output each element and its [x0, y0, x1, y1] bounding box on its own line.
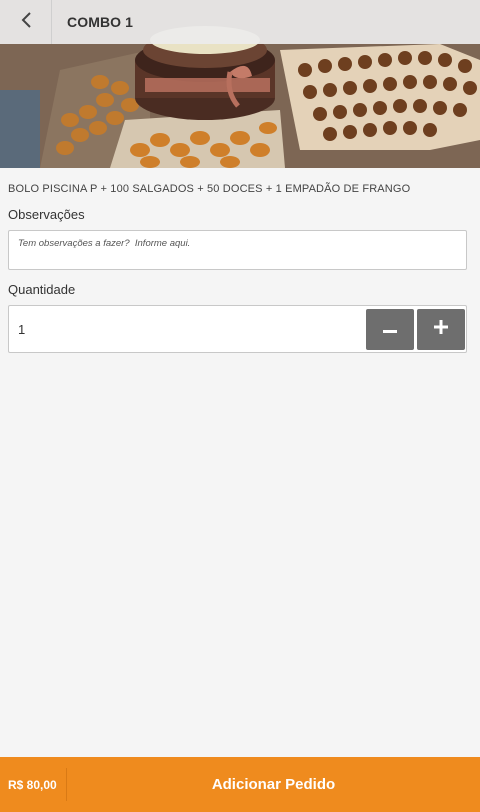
quantity-value[interactable]: 1	[18, 322, 25, 337]
add-order-button[interactable]: Adicionar Pedido	[67, 776, 480, 793]
top-bar: COMBO 1	[0, 0, 480, 44]
quantity-stepper: 1	[8, 305, 467, 353]
observations-label: Observações	[8, 207, 85, 222]
product-description: BOLO PISCINA P + 100 SALGADOS + 50 DOCES…	[8, 183, 411, 195]
price-label: R$ 80,00	[0, 768, 67, 801]
quantity-label: Quantidade	[8, 282, 76, 297]
page-title: COMBO 1	[67, 14, 134, 30]
minus-icon	[383, 321, 397, 339]
back-button[interactable]	[0, 0, 52, 44]
bottom-bar: R$ 80,00 Adicionar Pedido	[0, 757, 480, 812]
decrease-quantity-button[interactable]	[366, 309, 414, 350]
increase-quantity-button[interactable]	[417, 309, 465, 350]
observations-field[interactable]	[8, 230, 467, 270]
chevron-left-icon	[19, 11, 33, 34]
plus-icon	[434, 320, 448, 339]
